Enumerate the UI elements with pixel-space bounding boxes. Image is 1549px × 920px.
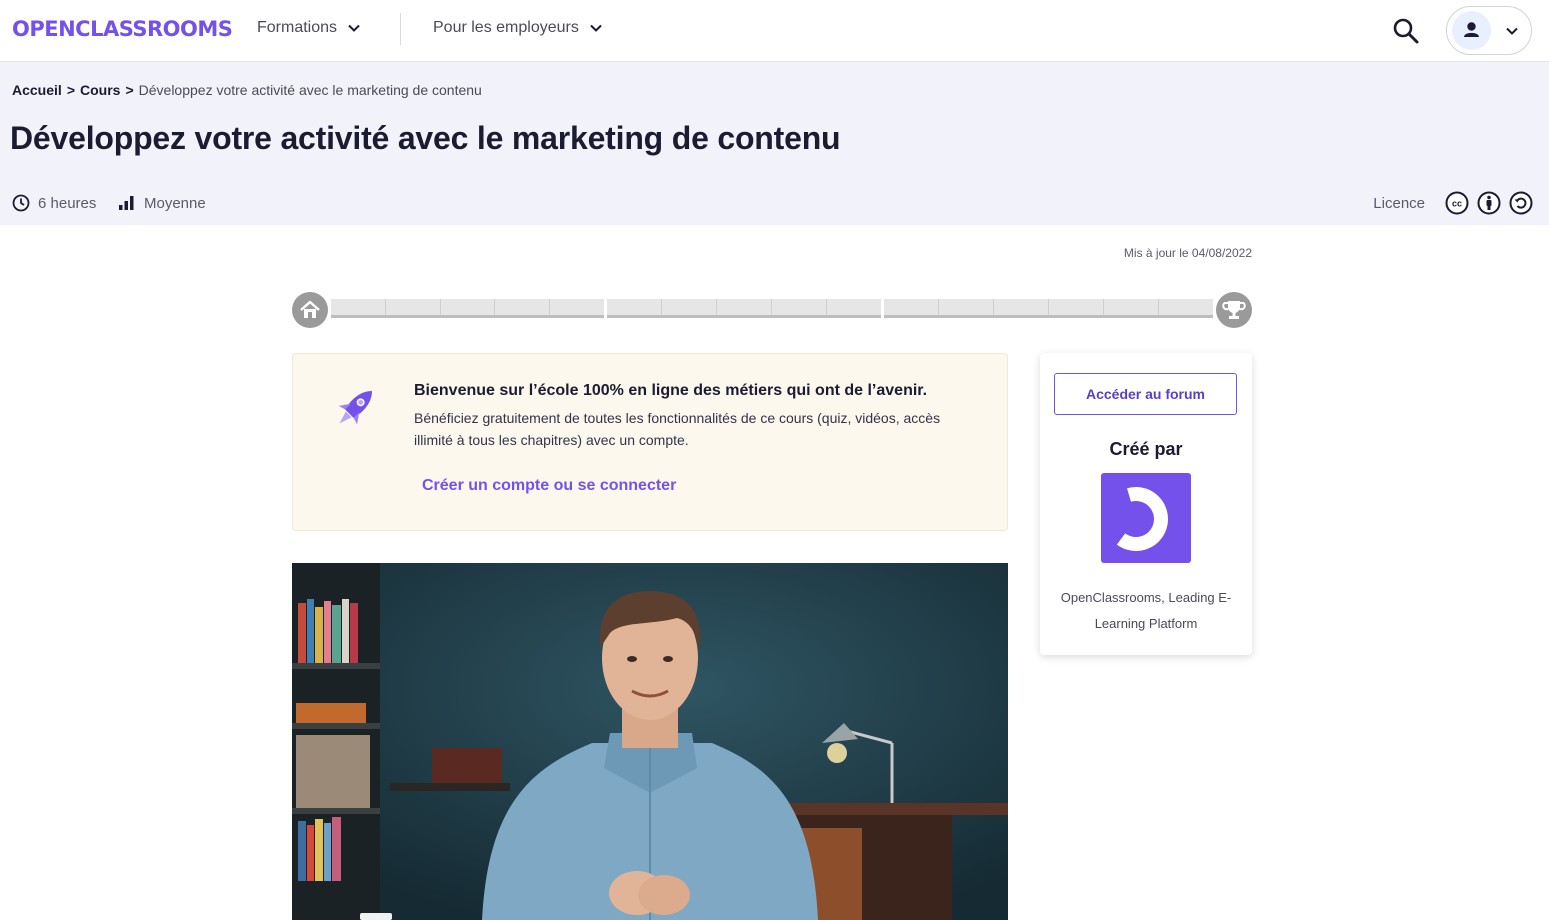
updated-date: Mis à jour le 04/08/2022 (1123, 246, 1252, 260)
welcome-banner: Bienvenue sur l’école 100% en ligne des … (292, 353, 1008, 531)
licence-label: Licence (1373, 194, 1425, 212)
clock-icon (12, 194, 30, 212)
duration-label: 6 heures (38, 194, 97, 212)
openclassrooms-logo[interactable]: OPENCLASSROOMS (12, 17, 233, 41)
nav-formations-label: Formations (257, 19, 338, 36)
home-icon (300, 300, 320, 318)
avatar (1452, 11, 1491, 50)
author-logo[interactable] (1101, 473, 1191, 563)
progress-end[interactable] (1216, 292, 1252, 328)
chevron-down-icon (590, 24, 602, 32)
chevron-down-icon (1506, 27, 1518, 35)
course-duration: 6 heures (12, 194, 96, 212)
course-header: Accueil > Cours > Développez votre activ… (0, 62, 1549, 225)
difficulty-label: Moyenne (144, 194, 206, 212)
breadcrumb-current: Développez votre activité avec le market… (138, 82, 482, 98)
breadcrumb-cours[interactable]: Cours (80, 82, 120, 98)
author-name[interactable]: OpenClassrooms, Leading E-Learning Platf… (1056, 585, 1236, 637)
top-navigation: OPENCLASSROOMS Formations Pour les emplo… (0, 0, 1549, 62)
user-icon (1464, 22, 1479, 37)
progress-part-3[interactable] (884, 299, 1213, 318)
nav-employeurs[interactable]: Pour les employeurs (433, 19, 603, 37)
difficulty-bars-icon (119, 196, 134, 210)
course-sidebar: Accéder au forum Créé par OpenClassrooms… (1040, 353, 1252, 655)
video-frame (292, 563, 1008, 920)
created-by-heading: Créé par (1109, 439, 1183, 459)
trophy-icon (1222, 301, 1246, 319)
breadcrumb-separator: > (66, 82, 75, 98)
user-menu-button[interactable] (1446, 6, 1532, 55)
breadcrumb-home[interactable]: Accueil (12, 82, 62, 98)
sa-icon[interactable] (1509, 191, 1533, 215)
breadcrumb-separator: > (125, 82, 134, 98)
progress-part-2[interactable] (607, 299, 881, 318)
welcome-title: Bienvenue sur l’école 100% en ligne des … (414, 382, 928, 399)
nav-formations[interactable]: Formations (257, 19, 361, 37)
chevron-down-icon (348, 24, 360, 32)
create-account-link[interactable]: Créer un compte ou se connecter (422, 477, 676, 495)
search-icon[interactable] (1390, 15, 1422, 47)
breadcrumb: Accueil > Cours > Développez votre activ… (12, 82, 482, 98)
course-progress (292, 292, 1252, 328)
nav-employeurs-label: Pour les employeurs (433, 19, 579, 36)
page-title: Développez votre activité avec le market… (10, 120, 841, 156)
svg-text:cc: cc (1452, 199, 1462, 209)
openclassrooms-logo-icon (1116, 487, 1168, 551)
rocket-icon (338, 391, 372, 425)
forum-button[interactable]: Accéder au forum (1054, 373, 1237, 415)
course-video[interactable] (292, 563, 1008, 920)
welcome-text: Bénéficiez gratuitement de toutes les fo… (414, 410, 941, 448)
by-icon[interactable] (1477, 191, 1501, 215)
progress-part-1[interactable] (331, 299, 604, 318)
course-difficulty: Moyenne (118, 194, 206, 212)
nav-divider (400, 13, 401, 45)
cc-icon[interactable]: cc (1445, 191, 1469, 215)
progress-start[interactable] (292, 292, 328, 328)
licence: Licence cc (1373, 191, 1533, 215)
